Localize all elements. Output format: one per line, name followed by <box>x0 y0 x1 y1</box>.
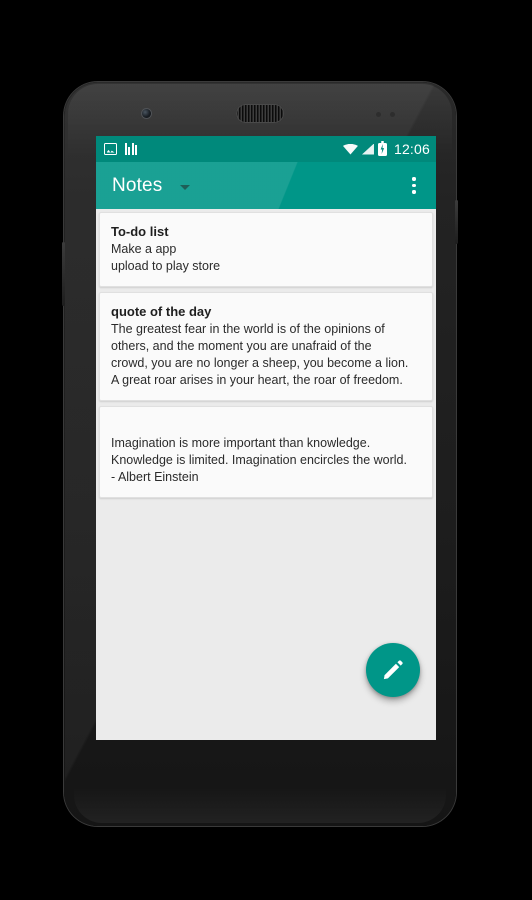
note-card[interactable]: Imagination is more important than knowl… <box>99 406 433 498</box>
overflow-menu-icon[interactable] <box>398 170 430 202</box>
note-body: The greatest fear in the world is of the… <box>111 322 409 387</box>
wifi-icon <box>342 143 358 155</box>
app-toolbar: Notes <box>96 162 436 209</box>
note-card[interactable]: To-do list Make a app upload to play sto… <box>99 212 433 287</box>
signal-icon <box>361 143 374 155</box>
pencil-icon <box>383 660 403 680</box>
notes-list[interactable]: To-do list Make a app upload to play sto… <box>96 209 436 740</box>
status-bar-right-icons: 12:06 <box>342 140 430 157</box>
status-bar: 12:06 <box>96 136 436 162</box>
note-card[interactable]: quote of the day The greatest fear in th… <box>99 292 433 401</box>
add-note-button[interactable] <box>366 643 420 697</box>
note-title: quote of the day <box>111 304 212 319</box>
status-bar-clock: 12:06 <box>393 141 430 157</box>
proximity-sensor-icon <box>376 112 381 117</box>
notes-spinner[interactable]: Notes <box>112 174 191 197</box>
note-body: Make a app upload to play store <box>111 242 221 273</box>
front-camera-icon <box>142 109 151 118</box>
status-bar-left-icons <box>104 143 137 155</box>
screenshot-icon <box>104 143 117 155</box>
spinner-label: Notes <box>112 174 163 196</box>
chevron-down-icon <box>180 184 191 190</box>
volume-rocker-button[interactable] <box>62 242 65 306</box>
note-title: To-do list <box>111 224 169 239</box>
note-title <box>111 417 421 434</box>
light-sensor-icon <box>390 112 395 117</box>
phone-screen: 12:06 Notes To-do list Make a app upload… <box>96 136 436 740</box>
note-body: Imagination is more important than knowl… <box>111 436 407 484</box>
earpiece-speaker-icon <box>236 104 284 123</box>
power-button[interactable] <box>455 200 458 244</box>
battery-charging-icon <box>377 140 387 156</box>
phone-device: 12:06 Notes To-do list Make a app upload… <box>62 82 458 826</box>
equalizer-icon <box>125 143 137 155</box>
